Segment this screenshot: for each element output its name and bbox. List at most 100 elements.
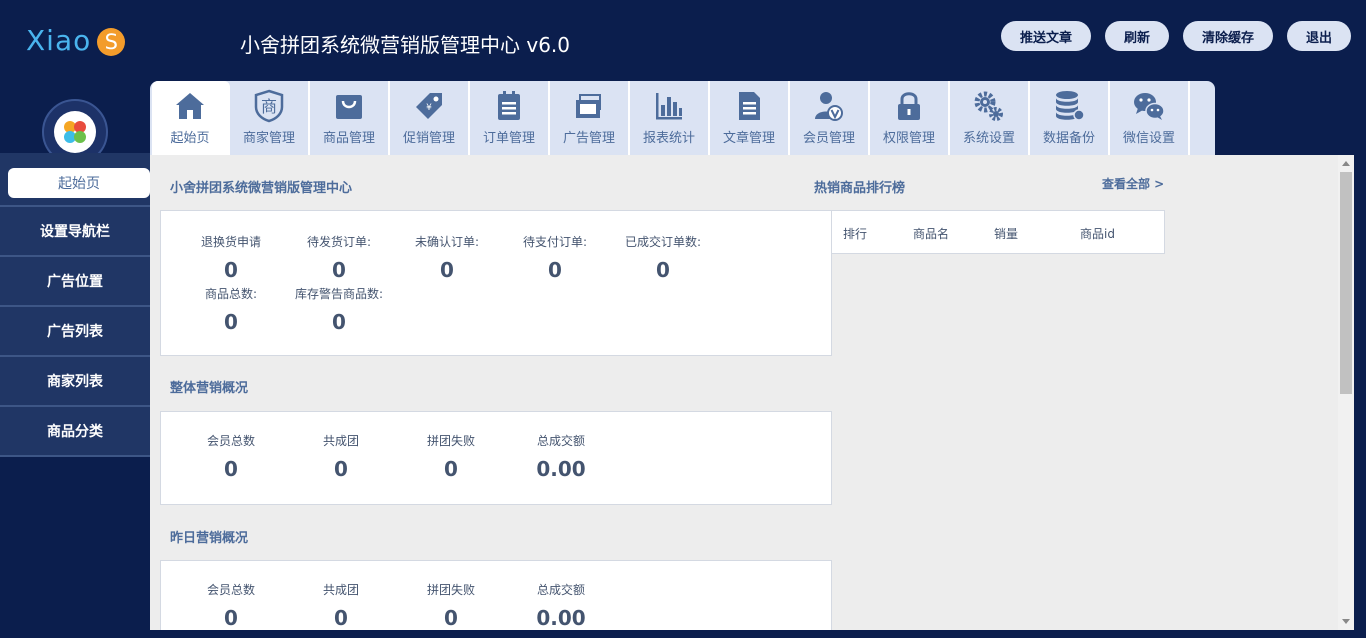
stat-unconfirmed-orders: 未确认订单: 0 — [397, 233, 497, 282]
main-content: 小舍拼团系统微营销版管理中心 退换货申请 0 待发货订单: 0 未确认订单: 0… — [150, 155, 1338, 630]
stat-value: 0.00 — [536, 606, 586, 630]
price-tag-icon: ¥ — [416, 93, 442, 119]
tab-promotion[interactable]: ¥ 促销管理 — [390, 81, 470, 155]
tab-label: 商家管理 — [242, 131, 295, 146]
top-button-group: 推送文章 刷新 清除缓存 退出 — [1000, 21, 1351, 51]
sidebar-item-home[interactable]: 起始页 — [0, 153, 150, 207]
stat-group-failed: 拼团失败 0 — [401, 432, 501, 481]
stat-unpaid-orders: 待支付订单: 0 — [505, 233, 605, 282]
stat-label: 退换货申请 — [200, 235, 261, 249]
stat-completed-orders: 已成交订单数: 0 — [613, 233, 713, 282]
tab-label: 微信设置 — [1122, 131, 1175, 146]
tab-merchant[interactable]: 商 商家管理 — [230, 81, 310, 155]
stat-total-sales: 总成交额 0.00 — [511, 581, 611, 630]
member-icon — [815, 92, 843, 121]
app-title: 小舍拼团系统微营销版管理中心 v6.0 — [240, 33, 570, 57]
vertical-scrollbar[interactable] — [1338, 155, 1354, 630]
yesterday-title: 昨日营销概况 — [170, 531, 249, 546]
stat-label: 共成团 — [322, 434, 359, 448]
tab-label: 商品管理 — [322, 131, 375, 146]
sidebar-item-product-categories[interactable]: 商品分类 — [0, 407, 150, 457]
tab-label: 报表统计 — [642, 131, 695, 146]
document-icon — [739, 92, 760, 120]
gears-icon — [974, 91, 1003, 121]
tab-orders[interactable]: 订单管理 — [470, 81, 550, 155]
stat-value: 0 — [332, 310, 346, 334]
stat-value: 0 — [656, 258, 670, 282]
stat-group-failed: 拼团失败 0 — [401, 581, 501, 630]
tab-members[interactable]: 会员管理 — [790, 81, 870, 155]
scroll-down-arrow-icon[interactable] — [1342, 619, 1350, 624]
stat-value: 0 — [332, 258, 346, 282]
tab-permissions[interactable]: 权限管理 — [870, 81, 950, 155]
tab-wechat[interactable]: 微信设置 — [1110, 81, 1190, 155]
stat-value: 0 — [334, 606, 348, 630]
stat-label: 拼团失败 — [426, 583, 475, 597]
sidebar-item-ad-list[interactable]: 广告列表 — [0, 307, 150, 357]
refresh-button[interactable]: 刷新 — [1104, 21, 1169, 51]
stat-label: 已成交订单数: — [624, 235, 702, 249]
stat-total-members: 会员总数 0 — [181, 432, 281, 481]
stat-value: 0 — [224, 457, 238, 481]
stat-total-members: 会员总数 0 — [181, 581, 281, 630]
ad-cards-icon — [576, 94, 601, 118]
ranking-table: 排行 商品名 销量 商品id — [831, 210, 1165, 254]
home-icon — [176, 93, 204, 119]
tab-ads[interactable]: 广告管理 — [550, 81, 630, 155]
tab-label: 系统设置 — [962, 131, 1015, 146]
svg-text:商: 商 — [261, 97, 277, 116]
sidebar-item-merchant-list[interactable]: 商家列表 — [0, 357, 150, 407]
push-article-button[interactable]: 推送文章 — [1000, 21, 1091, 51]
scroll-up-arrow-icon[interactable] — [1342, 161, 1350, 166]
tab-reports[interactable]: 报表统计 — [630, 81, 710, 155]
tab-label: 促销管理 — [402, 131, 455, 146]
avatar-holder — [42, 99, 108, 165]
stat-label: 待支付订单: — [522, 235, 588, 249]
stat-label: 商品总数: — [204, 287, 258, 301]
stat-label: 库存警告商品数: — [294, 287, 384, 301]
logo-text: Xiao — [26, 24, 92, 57]
stat-value: 0 — [444, 457, 458, 481]
stat-value: 0 — [334, 457, 348, 481]
stat-value: 0 — [444, 606, 458, 630]
stat-total-sales: 总成交额 0.00 — [511, 432, 611, 481]
scroll-thumb[interactable] — [1340, 172, 1352, 394]
tab-backup[interactable]: 数据备份 — [1030, 81, 1110, 155]
tab-articles[interactable]: 文章管理 — [710, 81, 790, 155]
tab-home[interactable]: 起始页 — [152, 81, 230, 155]
stat-value: 0 — [224, 258, 238, 282]
stat-value: 0 — [224, 310, 238, 334]
stat-stock-warning: 库存警告商品数: 0 — [289, 285, 389, 334]
sidebar-item-nav-settings[interactable]: 设置导航栏 — [0, 207, 150, 257]
main-tab-bar: 起始页 商 商家管理 商品管理 ¥ 促销管理 订单管理 广告管理 报表统计 文章… — [150, 81, 1215, 155]
sidebar-item-ad-positions[interactable]: 广告位置 — [0, 257, 150, 307]
stat-label: 共成团 — [322, 583, 359, 597]
stat-return-requests: 退换货申请 0 — [181, 233, 281, 282]
logo-badge: S — [97, 28, 126, 56]
sidebar: 起始页 设置导航栏 广告位置 广告列表 商家列表 商品分类 — [0, 153, 150, 457]
stat-groups-formed: 共成团 0 — [291, 581, 391, 630]
table-header-product-id: 商品id — [1080, 227, 1115, 241]
tab-label: 订单管理 — [482, 131, 535, 146]
overall-stats-panel: 会员总数 0 共成团 0 拼团失败 0 总成交额 0.00 — [160, 411, 832, 505]
overall-title: 整体营销概况 — [170, 381, 249, 396]
stat-pending-shipment: 待发货订单: 0 — [289, 233, 389, 282]
avatar[interactable] — [54, 111, 96, 153]
stat-label: 会员总数 — [206, 434, 255, 448]
database-icon — [1056, 91, 1085, 121]
stat-groups-formed: 共成团 0 — [291, 432, 391, 481]
tab-label: 起始页 — [170, 131, 210, 146]
stat-label: 未确认订单: — [414, 235, 480, 249]
stat-label: 总成交额 — [536, 434, 585, 448]
tab-products[interactable]: 商品管理 — [310, 81, 390, 155]
tab-label: 权限管理 — [882, 131, 935, 146]
wechat-icon — [1134, 93, 1165, 120]
view-all-link[interactable]: 查看全部 > — [1102, 175, 1164, 192]
sidebar-item-label: 起始页 — [8, 168, 150, 198]
tab-system[interactable]: 系统设置 — [950, 81, 1030, 155]
center-title: 小舍拼团系统微营销版管理中心 — [170, 181, 353, 196]
stat-label: 拼团失败 — [426, 434, 475, 448]
stat-label: 会员总数 — [206, 583, 255, 597]
clear-cache-button[interactable]: 清除缓存 — [1182, 21, 1273, 51]
logout-button[interactable]: 退出 — [1286, 21, 1351, 51]
